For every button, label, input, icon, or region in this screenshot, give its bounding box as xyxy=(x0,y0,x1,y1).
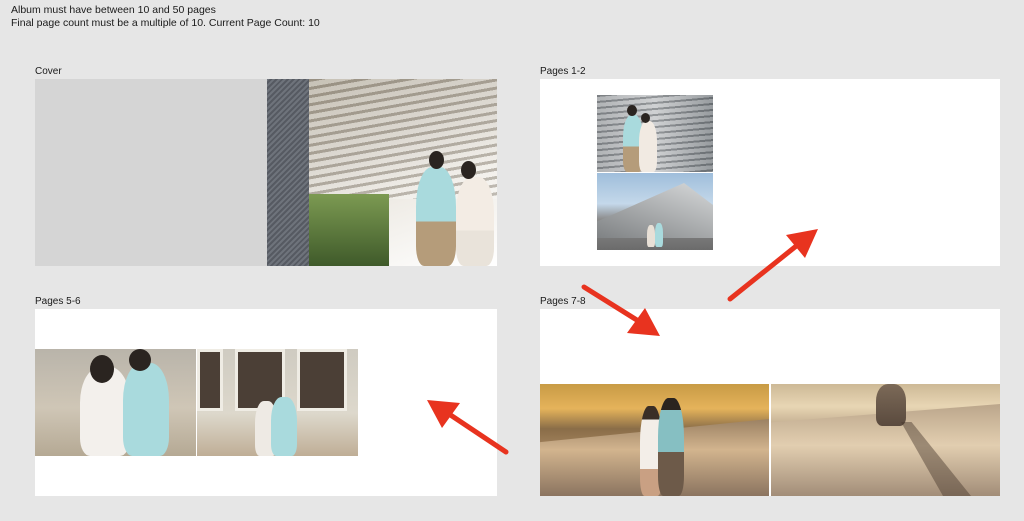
cover-spread[interactable] xyxy=(35,79,497,266)
cover-spine xyxy=(267,79,309,266)
cover-back-panel[interactable] xyxy=(35,79,267,266)
bride-figure xyxy=(647,225,655,247)
couple-legs xyxy=(876,384,906,426)
pages-5-6-photo-right[interactable] xyxy=(197,349,358,456)
bride-head xyxy=(461,161,476,179)
bride-figure xyxy=(456,177,494,266)
page-range-message: Album must have between 10 and 50 pages xyxy=(11,4,216,16)
pages-7-8-label: Pages 7-8 xyxy=(540,296,586,307)
pages-7-8-spread[interactable] xyxy=(540,309,1000,496)
cover-photo[interactable] xyxy=(309,79,497,266)
bride-head xyxy=(90,355,114,383)
pages-1-2-photo-bottom[interactable] xyxy=(597,173,713,250)
window-pane xyxy=(297,349,347,411)
grass-foliage xyxy=(309,194,389,266)
bride-head xyxy=(641,113,650,123)
groom-head xyxy=(627,105,637,116)
groom-head xyxy=(429,151,444,169)
bride-figure xyxy=(639,121,657,172)
page-count-message: Final page count must be a multiple of 1… xyxy=(11,16,320,29)
window-pane xyxy=(197,349,223,411)
pages-7-8-photo-left[interactable] xyxy=(540,384,769,496)
groom-head xyxy=(129,349,151,371)
album-messages: Album must have between 10 and 50 pages … xyxy=(11,4,320,29)
pages-1-2-spread[interactable] xyxy=(540,79,1000,266)
pages-7-8-photo-right[interactable] xyxy=(771,384,1000,496)
pages-1-2-label: Pages 1-2 xyxy=(540,66,586,77)
groom-figure xyxy=(655,223,663,247)
groom-figure xyxy=(416,167,456,266)
pages-5-6-photo-left[interactable] xyxy=(35,349,196,456)
groom-figure xyxy=(123,363,169,456)
groom-figure xyxy=(658,398,684,496)
cover-label: Cover xyxy=(35,66,62,77)
pages-1-2-photo-top[interactable] xyxy=(597,95,713,172)
pages-5-6-spread[interactable] xyxy=(35,309,497,496)
pages-5-6-label: Pages 5-6 xyxy=(35,296,81,307)
groom-figure xyxy=(271,397,297,456)
